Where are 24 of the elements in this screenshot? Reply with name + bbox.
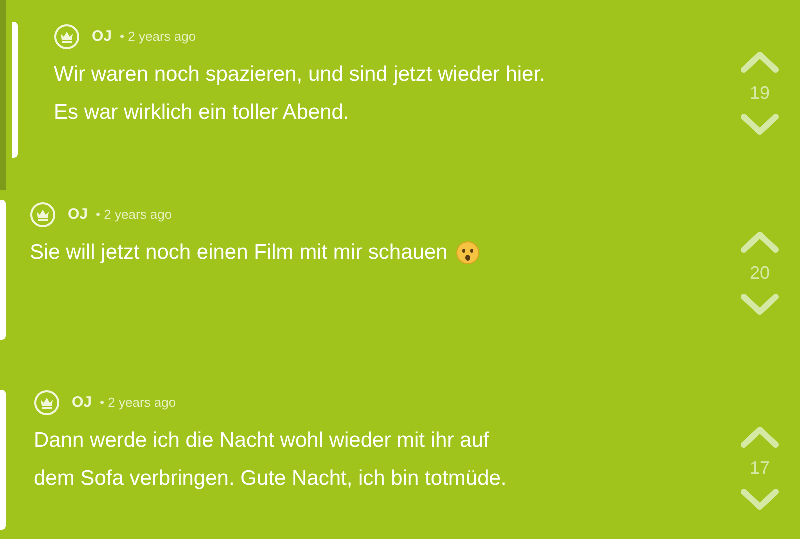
vote-count: 19 bbox=[750, 82, 770, 105]
author-name[interactable]: OJ bbox=[92, 26, 112, 48]
author-name[interactable]: OJ bbox=[72, 392, 92, 414]
comment-text: Es war wirklich ein toller Abend. bbox=[54, 100, 350, 126]
author-name[interactable]: OJ bbox=[68, 204, 88, 226]
timestamp: • 2 years ago bbox=[96, 206, 172, 224]
upvote-icon[interactable] bbox=[740, 230, 780, 254]
vote-count: 20 bbox=[750, 262, 770, 285]
timestamp: • 2 years ago bbox=[100, 394, 176, 412]
upvote-icon[interactable] bbox=[740, 50, 780, 74]
comment-text: dem Sofa verbringen. Gute Nacht, ich bin totmüde. bbox=[34, 466, 508, 492]
comment-text: Wir waren noch spazieren, und sind jetzt wieder hier. bbox=[54, 62, 546, 88]
vote-count: 17 bbox=[750, 457, 770, 480]
comment-text: Dann werde ich die Nacht wohl wieder mit ihr auf bbox=[34, 428, 490, 454]
timestamp: • 2 years ago bbox=[120, 28, 196, 46]
downvote-icon[interactable] bbox=[740, 488, 780, 512]
crown-icon bbox=[30, 202, 56, 228]
crown-icon bbox=[34, 390, 60, 416]
crown-icon bbox=[54, 24, 80, 50]
upvote-icon[interactable] bbox=[740, 425, 780, 449]
downvote-icon[interactable] bbox=[740, 113, 780, 137]
surprised-face-icon bbox=[456, 241, 480, 266]
downvote-icon[interactable] bbox=[740, 293, 780, 317]
comment-text: Sie will jetzt noch einen Film mit mir schauen bbox=[30, 240, 720, 266]
